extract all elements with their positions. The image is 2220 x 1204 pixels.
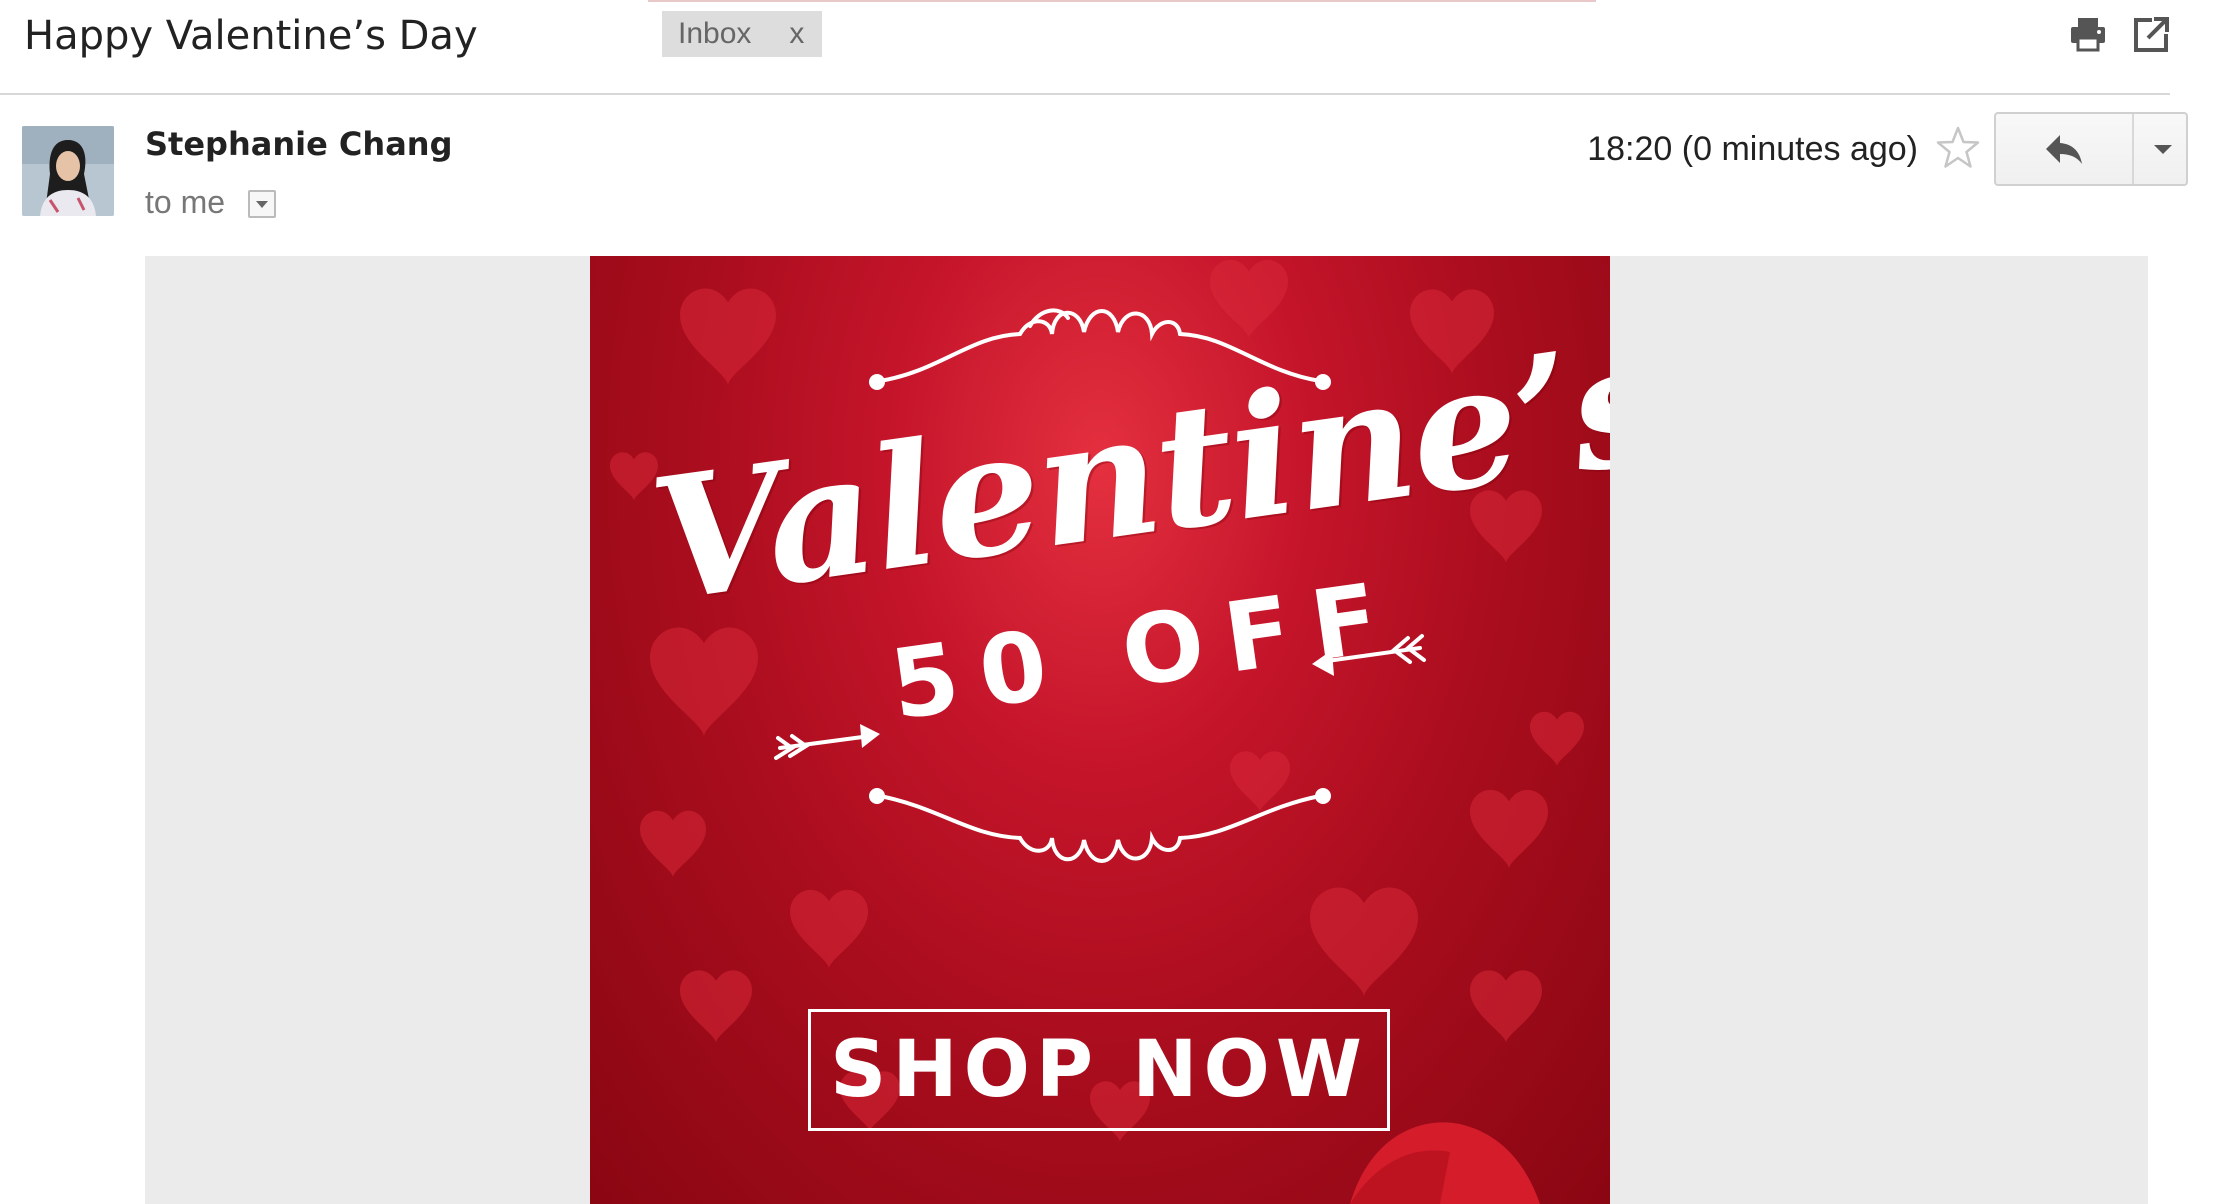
inbox-label-chip[interactable]: Inbox x — [662, 11, 822, 57]
print-icon[interactable] — [2068, 14, 2108, 54]
reply-button-group — [1994, 112, 2188, 186]
open-in-new-window-icon[interactable] — [2132, 14, 2172, 54]
label-text: Inbox — [678, 17, 752, 50]
more-actions-button[interactable] — [2134, 114, 2186, 184]
email-subject: Happy Valentine’s Day — [24, 13, 478, 59]
valentines-banner-image[interactable]: Valentine’s 50 OFF SHOP NOW — [590, 256, 1610, 1204]
star-icon[interactable] — [1934, 124, 1982, 172]
show-details-button[interactable] — [248, 190, 276, 218]
recipient-line: to me — [145, 184, 226, 220]
top-accent-bar — [648, 0, 1596, 2]
sender-avatar[interactable] — [22, 126, 114, 216]
message-timestamp: 18:20 (0 minutes ago) — [1587, 130, 1918, 168]
header-divider — [0, 93, 2170, 95]
reply-icon — [2046, 135, 2082, 164]
sender-name[interactable]: Stephanie Chang — [145, 122, 452, 166]
reply-button[interactable] — [1996, 114, 2134, 184]
shop-now-button[interactable]: SHOP NOW — [808, 1009, 1390, 1131]
remove-label-button[interactable]: x — [789, 11, 804, 57]
email-view: Happy Valentine’s Day Inbox x Stephanie … — [0, 0, 2220, 1204]
